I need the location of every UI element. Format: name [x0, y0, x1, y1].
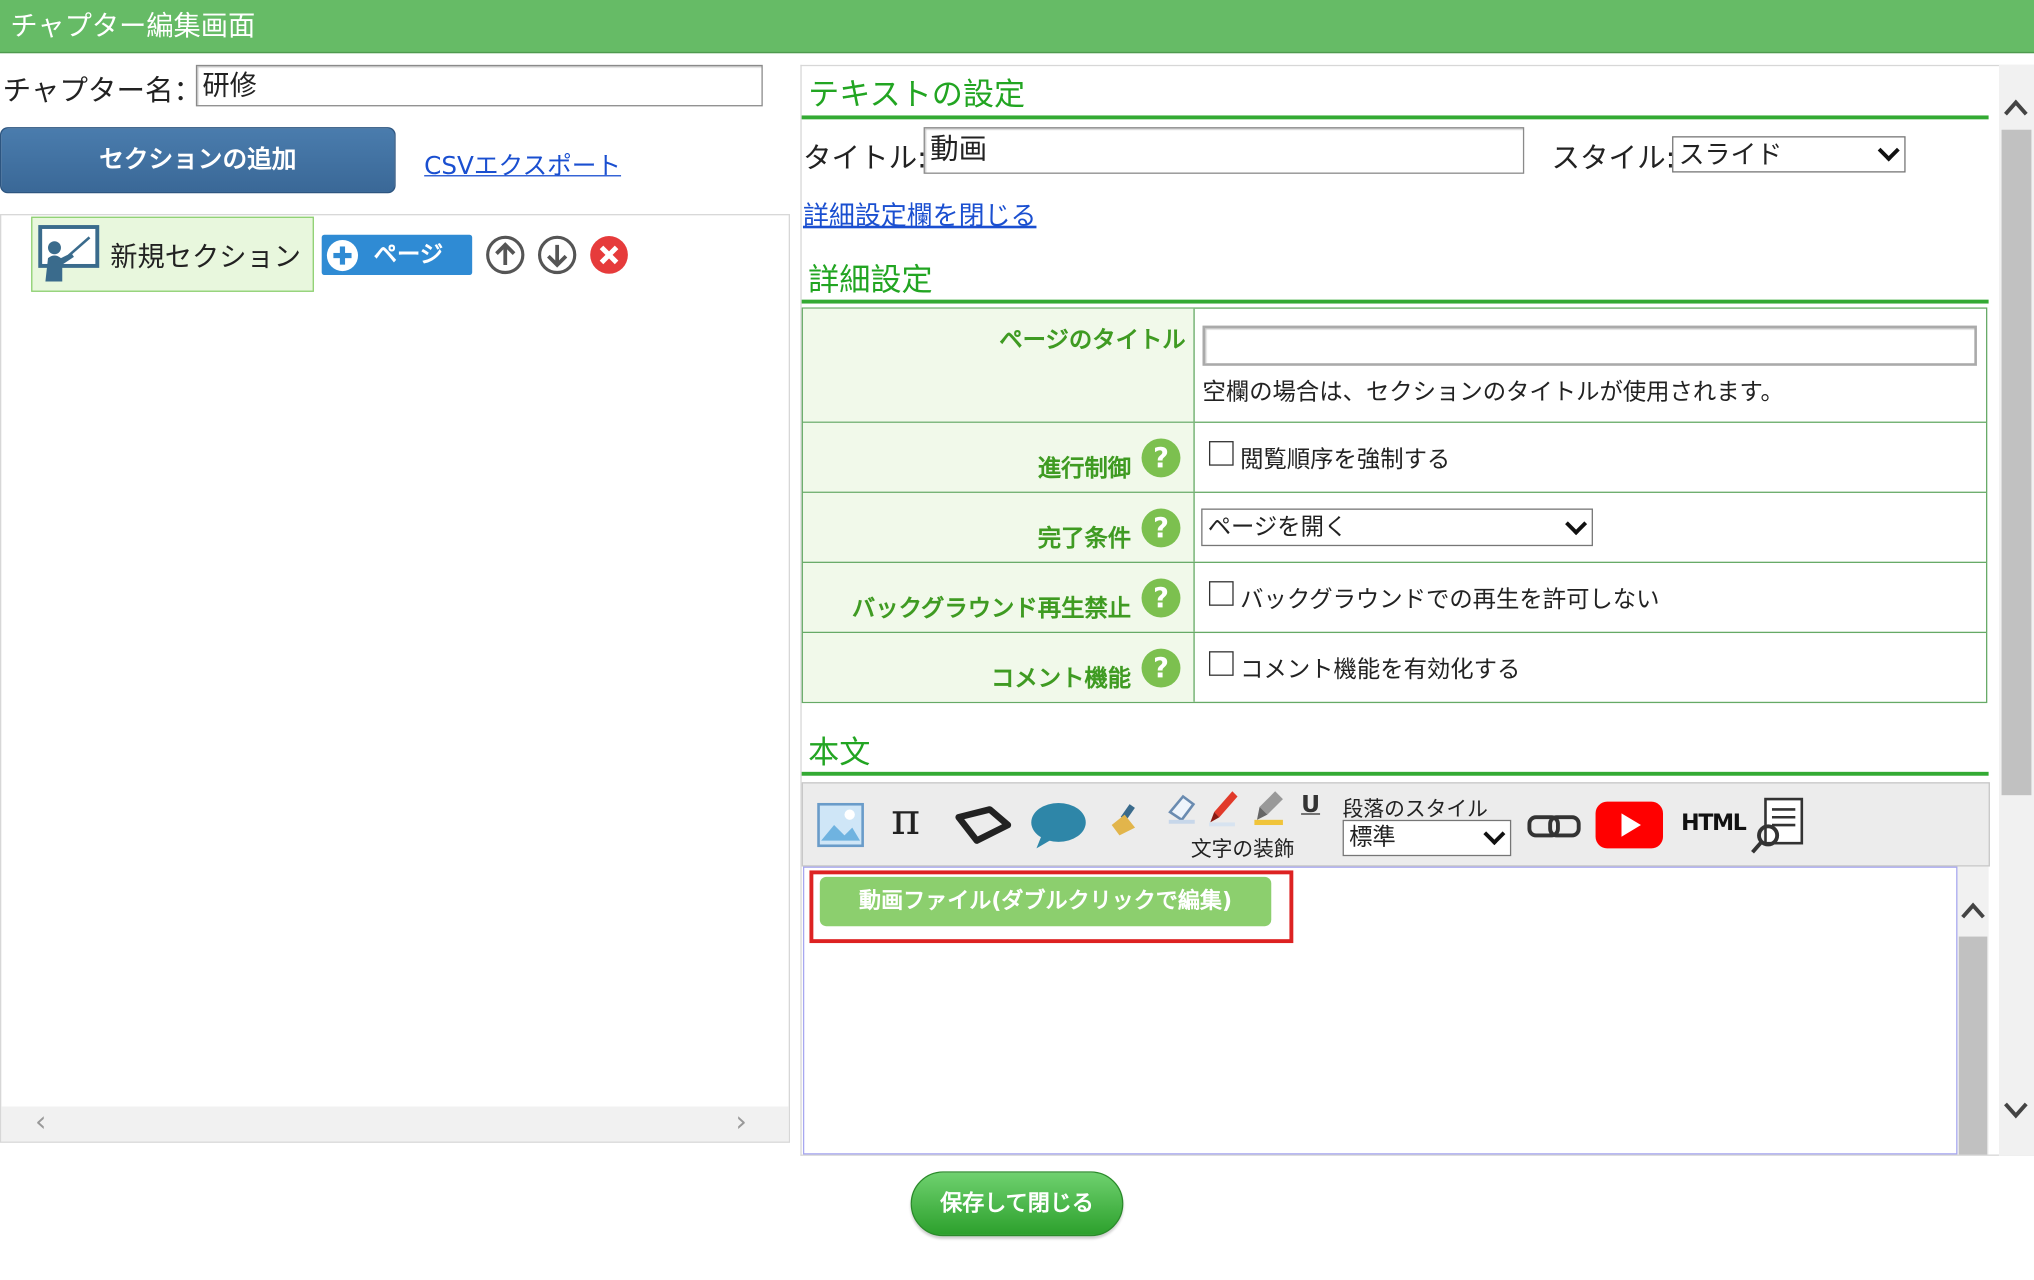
paragraph-style-label: 段落のスタイル [1342, 796, 1488, 822]
style-select-value: スライド [1678, 138, 1783, 170]
chevron-down-icon [1483, 823, 1506, 846]
completion-condition-label: 完了条件 [1037, 525, 1132, 553]
table-row: 進行制御 ? 閲覧順序を強制する [802, 421, 1987, 492]
editor-scroll-up-icon[interactable] [1959, 900, 1988, 921]
image-icon[interactable] [816, 802, 865, 849]
body-heading: 本文 [808, 734, 871, 771]
comment-feature-checkbox[interactable] [1208, 651, 1234, 676]
force-order-checkbox[interactable] [1208, 441, 1234, 466]
highlighter-icon[interactable] [1252, 789, 1286, 828]
preview-icon[interactable] [1750, 796, 1810, 856]
page-title-label: ページのタイトル [999, 326, 1186, 355]
scroll-right-arrow[interactable]: › [736, 1107, 747, 1141]
csv-export-link[interactable]: CSVエクスポート [424, 147, 621, 182]
page-title-note: 空欄の場合は、セクションのタイトルが使用されます。 [1202, 378, 1784, 407]
delete-icon[interactable] [589, 235, 629, 275]
chevron-down-icon [1565, 512, 1588, 535]
highlight-box [809, 870, 1294, 944]
section-node[interactable]: 新規セクション [31, 216, 314, 292]
add-section-button[interactable]: セクションの追加 [0, 127, 396, 194]
progress-control-label: 進行制御 [1037, 455, 1132, 483]
page-title-input[interactable] [1202, 325, 1977, 366]
comment-feature-label: コメント機能 [991, 665, 1132, 693]
details-table: ページのタイトル 空欄の場合は、セクションのタイトルが使用されます。 進行制御 … [801, 307, 1988, 704]
heading-divider [801, 299, 1989, 304]
text-settings-heading: テキストの設定 [808, 76, 1026, 113]
broom-icon[interactable] [1107, 802, 1143, 841]
chapter-name-label: チャプター名： [2, 75, 203, 108]
scroll-up-icon[interactable] [2002, 97, 2031, 118]
paragraph-style-value: 標準 [1349, 823, 1396, 851]
link-icon[interactable] [1527, 812, 1581, 841]
completion-condition-value: ページを開く [1207, 513, 1348, 541]
help-icon[interactable]: ? [1141, 578, 1181, 618]
youtube-icon[interactable] [1594, 800, 1664, 849]
move-down-icon[interactable] [537, 235, 577, 275]
help-icon[interactable]: ? [1141, 438, 1181, 478]
table-row: ページのタイトル 空欄の場合は、セクションのタイトルが使用されます。 [802, 308, 1986, 422]
chapter-name-input[interactable]: 研修 [195, 64, 763, 107]
scroll-left-arrow[interactable]: ‹ [35, 1107, 46, 1141]
completion-condition-select[interactable]: ページを開く [1201, 508, 1593, 547]
title-input[interactable]: 動画 [923, 127, 1525, 174]
table-row: バックグラウンド再生禁止 ? バックグラウンドでの再生を許可しない [802, 561, 1987, 632]
style-select[interactable]: スライド [1672, 136, 1906, 173]
toggle-details-link[interactable]: 詳細設定欄を閉じる [803, 195, 1036, 233]
title-label: タイトル: [802, 142, 927, 176]
plus-icon [326, 239, 359, 272]
details-heading: 詳細設定 [808, 262, 933, 299]
window-title-bar: チャプター編集画面 [0, 0, 2034, 54]
help-icon[interactable]: ? [1141, 508, 1181, 548]
text-decoration-label: 文字の装飾 [1190, 836, 1295, 862]
settings-scroll-thumb[interactable] [2001, 129, 2032, 796]
chevron-down-icon [1877, 139, 1900, 162]
background-playback-checkbox[interactable] [1208, 581, 1234, 606]
background-playback-label: バックグラウンド再生禁止 [851, 595, 1132, 623]
add-page-label: ページ [373, 241, 444, 269]
background-playback-checkbox-label: バックグラウンドでの再生を許可しない [1240, 586, 1660, 614]
move-up-icon[interactable] [485, 235, 525, 275]
underline-icon[interactable]: U [1301, 791, 1320, 818]
save-and-close-button[interactable]: 保存して閉じる [910, 1171, 1124, 1237]
window-title: チャプター編集画面 [10, 10, 256, 42]
html-icon[interactable]: HTML [1681, 811, 1747, 837]
heading-divider [801, 771, 1989, 776]
style-label: スタイル: [1551, 142, 1676, 176]
heading-divider [801, 115, 1989, 120]
paragraph-style-select[interactable]: 標準 [1342, 819, 1512, 857]
section-tree-panel [0, 214, 790, 1143]
lecture-icon [38, 225, 100, 282]
red-pen-icon[interactable] [1206, 789, 1240, 828]
tree-horizontal-scrollbar[interactable]: ‹ › [1, 1106, 789, 1142]
section-label: 新規セクション [110, 241, 301, 273]
table-row: 完了条件 ? ページを開く [802, 491, 1987, 562]
force-order-label: 閲覧順序を強制する [1240, 446, 1451, 474]
comment-feature-checkbox-label: コメント機能を有効化する [1240, 656, 1521, 684]
speech-bubble-icon[interactable] [1029, 799, 1089, 851]
shape-icon[interactable] [953, 804, 1013, 846]
help-icon[interactable]: ? [1141, 648, 1181, 688]
add-page-button[interactable]: ページ [321, 234, 473, 276]
editor-scroll-thumb[interactable] [1958, 936, 1988, 1155]
eraser-icon[interactable] [1166, 791, 1197, 825]
editor-toolbar: π U 文字の装飾 段落のスタイル 標準 HTML [801, 782, 1990, 867]
formula-icon[interactable]: π [891, 794, 920, 846]
table-row: コメント機能 ? コメント機能を有効化する [802, 631, 1987, 702]
scroll-down-icon[interactable] [2002, 1100, 2031, 1121]
